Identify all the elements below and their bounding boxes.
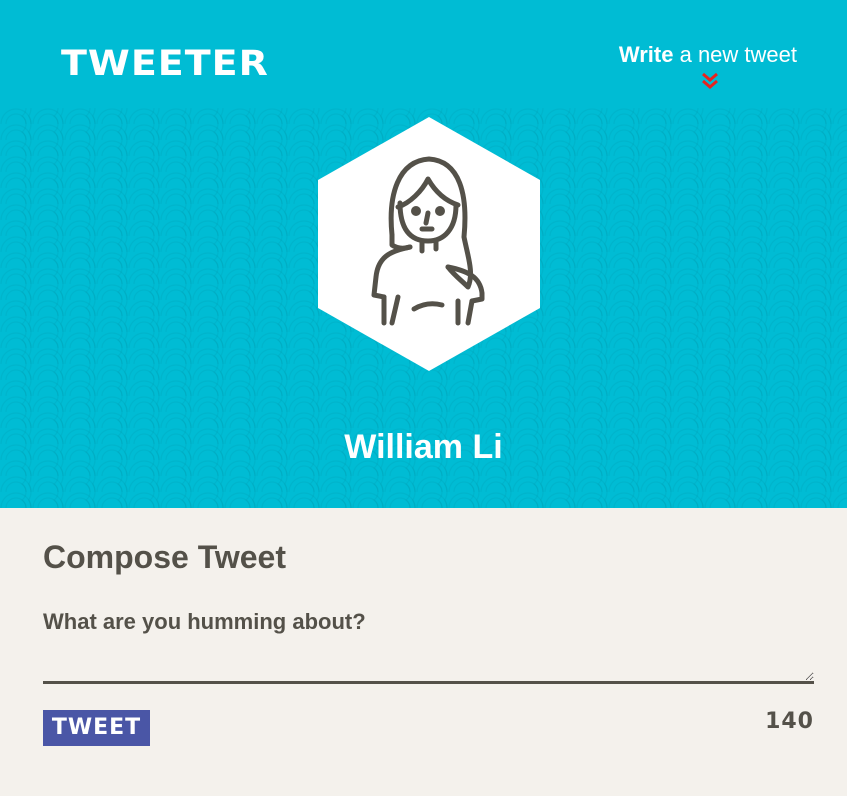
double-chevron-down-icon[interactable]	[700, 71, 720, 91]
person-avatar-icon	[318, 117, 540, 371]
compose-title: Compose Tweet	[43, 539, 286, 575]
profile-name: William Li	[344, 428, 503, 466]
write-new-tweet-toggle[interactable]: Write a new tweet	[619, 44, 797, 66]
brand-logo[interactable]: TWEETER	[61, 46, 269, 81]
write-bold-text: Write	[618, 42, 674, 67]
tweet-textarea[interactable]	[43, 640, 814, 684]
write-rest-text: a new tweet	[673, 42, 797, 67]
tweet-prompt-label: What are you humming about?	[43, 609, 366, 634]
tweet-button[interactable]: TWEET	[43, 710, 150, 746]
top-nav: TWEETER Write a new tweet	[0, 0, 847, 108]
profile-banner: William Li	[0, 108, 847, 508]
character-counter: 140	[765, 709, 814, 734]
